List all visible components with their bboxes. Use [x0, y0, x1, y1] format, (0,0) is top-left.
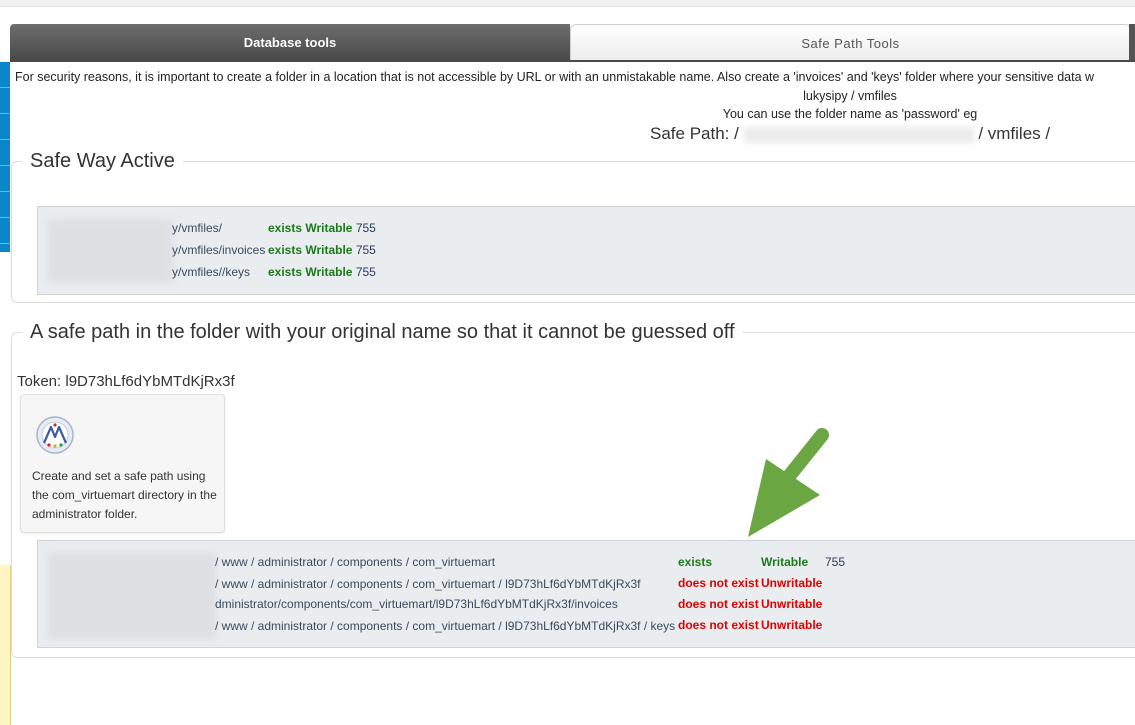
- intro-hint: You can use the folder name as 'password…: [722, 107, 978, 121]
- virtuemart-logo-icon: [36, 416, 74, 454]
- permission-value: 755: [355, 265, 376, 279]
- folder-path: y/vmfiles/invoices: [172, 243, 266, 257]
- table-row: / www / administrator / components / com…: [215, 555, 495, 569]
- status-exists: exists: [678, 555, 713, 569]
- status-writable: Unwritable: [761, 597, 823, 611]
- table-row: / www / administrator / components / com…: [215, 577, 641, 591]
- permission-value: 755: [825, 555, 846, 569]
- status-text: exists Writable: [268, 221, 353, 235]
- table-row: dministrator/components/com_virtuemart/l…: [215, 597, 618, 611]
- table-row: y/vmfiles/invoices: [172, 243, 265, 257]
- status-writable: Unwritable: [761, 618, 823, 632]
- tab-bar: Database tools Safe Path Tools: [10, 24, 1135, 62]
- safe-path-label: Safe Path: /: [650, 124, 739, 143]
- status-writable: Unwritable: [761, 576, 823, 590]
- folder-path: dministrator/components/com_virtuemart/l…: [215, 597, 618, 611]
- token-text: Token: l9D73hLf6dYbMTdKjRx3f: [17, 373, 235, 390]
- table-row: / www / administrator / components / com…: [215, 619, 675, 633]
- intro-text: For security reasons, it is important to…: [15, 70, 1095, 84]
- folder-path: y/vmfiles/: [172, 221, 223, 235]
- original-name-title: A safe path in the folder with your orig…: [22, 321, 743, 344]
- intro-example-path: lukysipy / vmfiles: [803, 89, 897, 103]
- table-row: y/vmfiles//keys: [172, 265, 250, 279]
- status-exists: does not exist: [678, 597, 759, 611]
- permission-value: 755: [355, 221, 376, 235]
- table-row: y/vmfiles/: [172, 221, 222, 235]
- folder-path: y/vmfiles//keys: [172, 265, 251, 279]
- redacted-block: [48, 553, 216, 639]
- folder-path: / www / administrator / components / com…: [215, 619, 676, 633]
- left-notice-strip: [0, 565, 11, 725]
- safe-path-suffix: / vmfiles /: [978, 124, 1051, 143]
- status-text: exists Writable: [268, 265, 353, 279]
- status-writable: Writable: [761, 555, 809, 569]
- create-safe-path-button[interactable]: Create and set a safe path using the com…: [20, 394, 225, 533]
- table-row-status: exists Writable 755: [268, 265, 376, 279]
- status-exists: does not exist: [678, 618, 759, 632]
- tab-safe-path-tools[interactable]: Safe Path Tools: [570, 24, 1131, 61]
- table-row-status: exists Writable 755: [268, 221, 376, 235]
- status-exists: does not exist: [678, 576, 759, 590]
- green-arrow-icon: [748, 428, 829, 537]
- card-description: Create and set a safe path using the com…: [32, 469, 217, 521]
- permission-value: 755: [355, 243, 376, 257]
- tab-database-tools[interactable]: Database tools: [10, 24, 570, 60]
- safe-path-display: Safe Path: / / vmfiles /: [650, 124, 1050, 144]
- folder-path: / www / administrator / components / com…: [215, 577, 641, 591]
- redacted-path: [743, 126, 974, 143]
- redacted-block: [48, 219, 173, 283]
- status-text: exists Writable: [268, 243, 353, 257]
- safe-way-title: Safe Way Active: [22, 150, 183, 173]
- tab-bar-edge: [1129, 24, 1135, 60]
- top-bar: [0, 0, 1135, 7]
- folder-path: / www / administrator / components / com…: [215, 555, 496, 569]
- table-row-status: exists Writable 755: [268, 243, 376, 257]
- tab-underline: [10, 60, 1135, 62]
